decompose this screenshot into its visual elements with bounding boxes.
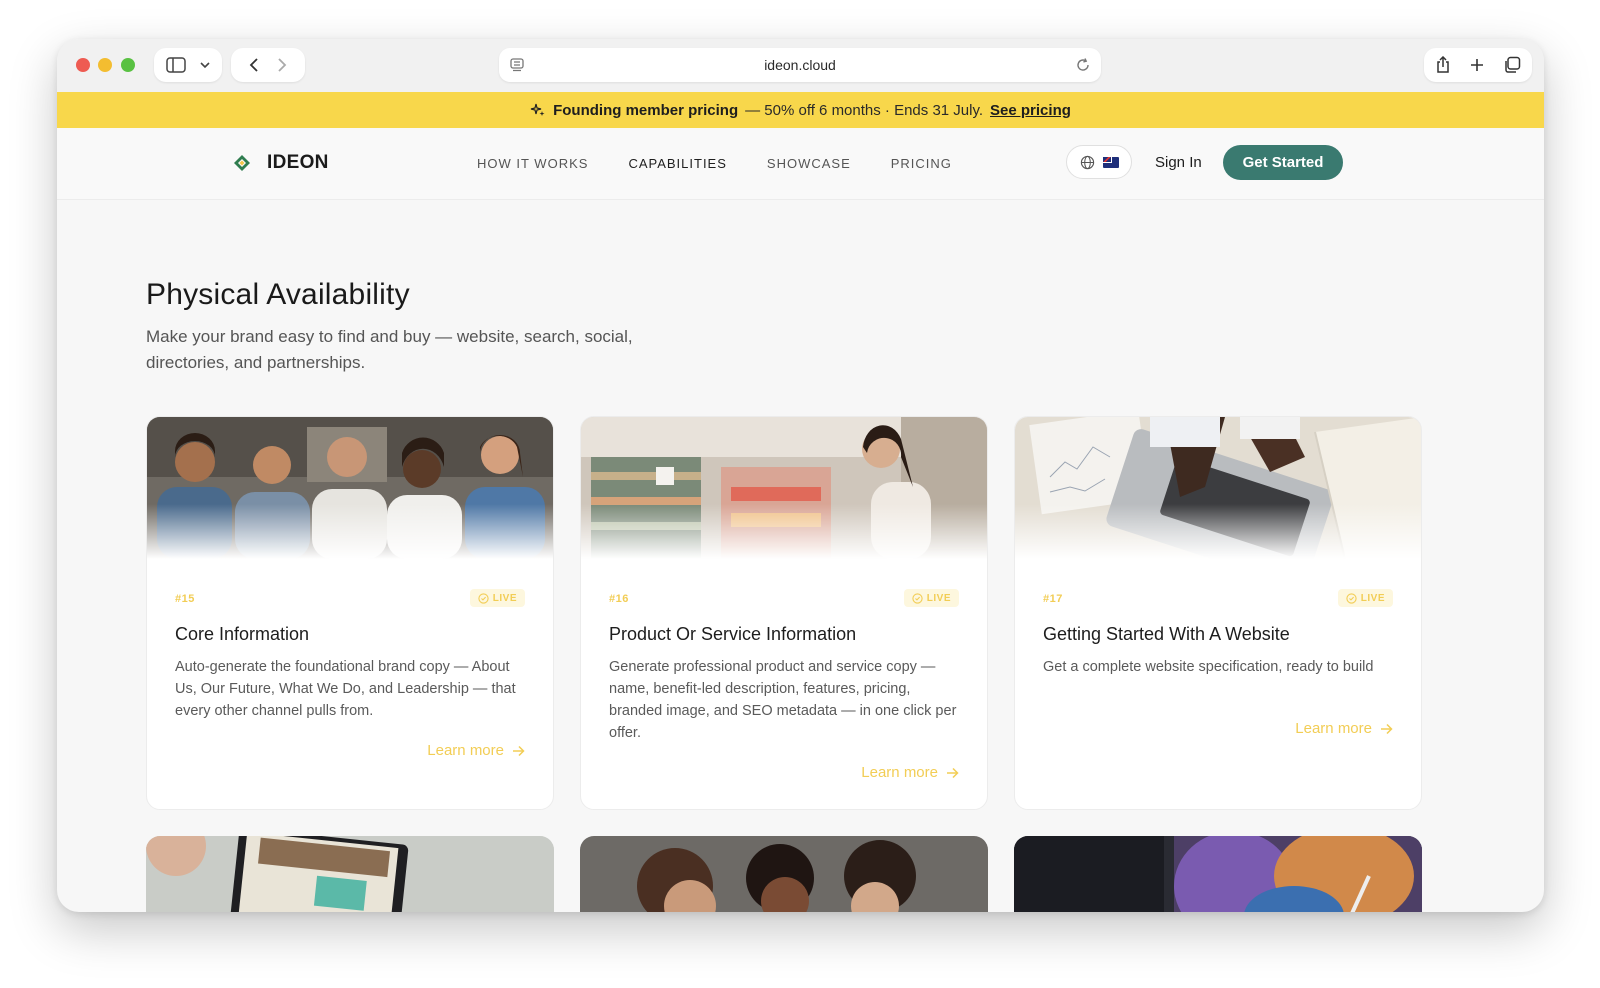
sidebar-toggle[interactable] — [154, 48, 222, 82]
check-circle-icon — [478, 592, 489, 604]
minimize-window-button[interactable] — [98, 58, 112, 72]
capability-card[interactable]: #17 LIVE Getting Started With A Website … — [1014, 416, 1422, 810]
ideon-logo-icon — [233, 154, 251, 172]
promo-banner: Founding member pricing — 50% off 6 mont… — [57, 92, 1544, 128]
learn-more-label: Learn more — [1295, 720, 1372, 737]
card-description: Generate professional product and servic… — [609, 659, 957, 741]
nav-how-it-works[interactable]: HOW IT WORKS — [477, 156, 588, 171]
sparkle-icon — [530, 102, 546, 118]
nav-showcase[interactable]: SHOWCASE — [767, 156, 851, 171]
chevron-down-icon[interactable] — [200, 61, 210, 69]
card-number: #17 — [1043, 593, 1063, 605]
url-text: ideon.cloud — [764, 57, 836, 73]
history-navigation — [231, 48, 305, 82]
capability-card-image[interactable] — [1014, 836, 1422, 912]
capability-card-image[interactable] — [146, 836, 554, 912]
forward-icon[interactable] — [277, 57, 287, 73]
close-window-button[interactable] — [76, 58, 90, 72]
sign-in-link[interactable]: Sign In — [1155, 154, 1202, 171]
address-bar[interactable]: ideon.cloud — [499, 48, 1101, 82]
section-title: Physical Availability — [146, 278, 410, 311]
promo-title: Founding member pricing — [553, 101, 739, 119]
section-description: Make your brand easy to find and buy — w… — [146, 327, 633, 372]
browser-toolbar: ideon.cloud — [57, 39, 1544, 92]
status-label: LIVE — [1360, 592, 1385, 604]
capability-card-image[interactable] — [580, 836, 988, 912]
australia-flag-icon — [1102, 156, 1119, 168]
main-nav: HOW IT WORKS CAPABILITIES SHOWCASE PRICI… — [477, 156, 952, 171]
arrow-right-icon — [1380, 723, 1393, 735]
get-started-button[interactable]: Get Started — [1223, 145, 1343, 180]
maximize-window-button[interactable] — [121, 58, 135, 72]
brand-name: IDEON — [267, 152, 329, 173]
back-icon[interactable] — [249, 57, 259, 73]
shopping-photo — [581, 417, 987, 559]
status-label: LIVE — [492, 592, 517, 604]
language-selector[interactable] — [1066, 145, 1132, 179]
learn-more-link[interactable]: Learn more — [861, 764, 959, 781]
arrow-right-icon — [512, 745, 525, 757]
capability-card[interactable]: #16 LIVE Product Or Service Information … — [580, 416, 988, 810]
status-badge: LIVE — [1337, 589, 1393, 607]
brand-logo[interactable]: IDEON — [233, 152, 329, 174]
nav-capabilities[interactable]: CAPABILITIES — [628, 156, 726, 171]
status-badge: LIVE — [469, 589, 525, 607]
learn-more-label: Learn more — [427, 742, 504, 759]
team-photo — [147, 417, 553, 559]
card-title: Product Or Service Information — [609, 624, 857, 644]
sidebar-icon — [166, 57, 186, 73]
share-icon[interactable] — [1435, 56, 1451, 74]
learn-more-label: Learn more — [861, 764, 938, 781]
card-title: Getting Started With A Website — [1043, 624, 1290, 644]
new-tab-icon[interactable] — [1469, 57, 1485, 73]
card-number: #15 — [175, 593, 195, 605]
main-content: Physical Availability Make your brand ea… — [57, 200, 1544, 912]
see-pricing-link[interactable]: See pricing — [990, 102, 1071, 119]
learn-more-link[interactable]: Learn more — [427, 742, 525, 759]
capability-card[interactable]: #15 LIVE Core Information Auto-generate … — [146, 416, 554, 810]
arrow-right-icon — [946, 767, 959, 779]
card-number: #16 — [609, 593, 629, 605]
promo-detail: — 50% off 6 months · Ends 31 July. — [745, 101, 984, 119]
card-description: Auto-generate the foundational brand cop… — [175, 659, 516, 719]
site-header: IDEON HOW IT WORKS CAPABILITIES SHOWCASE… — [57, 128, 1544, 200]
nav-pricing[interactable]: PRICING — [891, 156, 952, 171]
learn-more-link[interactable]: Learn more — [1295, 720, 1393, 737]
check-circle-icon — [1346, 592, 1357, 604]
reload-icon[interactable] — [1075, 57, 1091, 73]
laptop-photo — [1015, 417, 1421, 559]
card-title: Core Information — [175, 624, 310, 644]
card-description: Get a complete website specification, re… — [1043, 659, 1374, 675]
status-badge: LIVE — [903, 589, 959, 607]
status-label: LIVE — [926, 592, 951, 604]
browser-window: ideon.cloud Founding member pricing — 50… — [57, 39, 1544, 912]
tab-overview-icon[interactable] — [1503, 56, 1521, 74]
check-circle-icon — [912, 592, 923, 604]
browser-actions — [1424, 48, 1532, 82]
globe-icon — [1080, 155, 1095, 170]
